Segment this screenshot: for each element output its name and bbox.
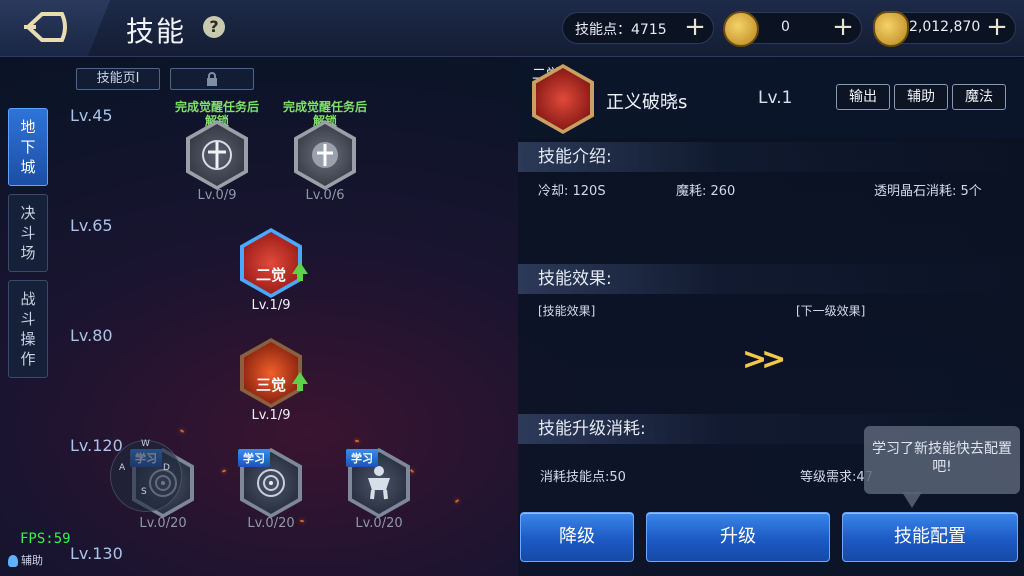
cooldown-text: 冷却: 120S [538,184,606,199]
spark [179,429,185,433]
cross-aura-icon [202,140,232,170]
skill-page-tab-1[interactable]: 技能页Ⅰ [76,68,160,90]
node-level: Lv.0/6 [305,188,345,203]
spark [354,439,360,443]
config-hint-tooltip: 学习了新技能快去配置吧! [864,426,1020,494]
next-level-chevron-icon: >> [742,342,786,377]
cost-level-text: 等级需求:47 [800,470,873,485]
skill-page-tab-locked[interactable] [170,68,254,90]
target-icon [257,469,285,497]
back-arrow-icon [24,12,67,42]
help-icon[interactable]: ? [203,16,225,38]
tab-arena-label: 决斗场 [20,204,36,262]
skill-node-locked-1[interactable] [186,120,248,190]
type-tag-output: 输出 [836,84,890,110]
node-level: Lv.0/20 [355,516,403,531]
holy-cross-icon [312,142,338,168]
level-label-80: Lv.80 [70,326,113,345]
node-level: Lv.1/9 [251,408,291,423]
joystick-w: W [141,439,150,449]
learn-tag: 学习 [346,449,378,467]
crystal-cost-text: 透明晶石消耗: 5个 [874,184,982,199]
tab-battle-controls-label: 战斗操作 [20,290,36,368]
spark [221,469,227,473]
level-label-130: Lv.130 [70,544,123,563]
level-label-45: Lv.45 [70,106,113,125]
coin-bag-icon [873,11,909,47]
skill-detail-panel: 二觉 正义破晓s Lv.1 输出 辅助 魔法 技能介绍: 冷却: 120S 魔耗… [518,58,1024,576]
node-level: Lv.1/9 [251,298,291,313]
tooltip-tail [902,492,922,508]
downgrade-button[interactable]: 降级 [520,512,634,562]
gold-coin-icon [723,11,759,47]
level-label-120: Lv.120 [70,436,123,455]
back-button[interactable] [0,0,110,56]
skill-node-locked-2[interactable] [294,120,356,190]
upgrade-arrow-stem [297,273,303,281]
node-level: Lv.0/9 [197,188,237,203]
tab-arena[interactable]: 决斗场 [8,194,48,272]
flame-icon [8,555,18,567]
page-title: 技能 [126,15,187,48]
type-tag-support: 辅助 [894,84,948,110]
tab-dungeon-label: 地下城 [20,118,36,176]
joystick-a: A [119,463,126,473]
fps-counter: FPS:59 [20,531,71,547]
effect-current: [技能效果] [538,304,596,318]
spark [409,468,415,474]
tab-battle-controls[interactable]: 战斗操作 [8,280,48,378]
spark [454,499,460,503]
top-bar: 技能 ? 技能点：4715 + 0 + 2,012,870 + [0,0,1024,57]
node-level: Lv.0/20 [139,516,187,531]
joystick-s: S [141,487,147,497]
skill-detail-icon: 二觉 [532,64,594,134]
learn-tag: 学习 [238,449,270,467]
add-gold-icon[interactable]: + [831,14,855,40]
virtual-joystick[interactable]: W A D S [110,439,182,512]
gold-pill: 0 + [723,11,862,47]
level-label-65: Lv.65 [70,216,113,235]
assist-toggle[interactable]: 辅助 [8,552,43,568]
gold-value: 0 [781,19,790,35]
intro-heading: 技能介绍: [518,142,1024,172]
effect-heading: 技能效果: [518,264,1024,294]
add-skill-points-icon[interactable]: + [683,14,707,40]
skill-header: 二觉 正义破晓s Lv.1 输出 辅助 魔法 [518,58,1024,138]
joystick-d: D [163,463,170,473]
lock-icon [207,71,217,86]
skill-config-button[interactable]: 技能配置 [842,512,1018,562]
tab-dungeon[interactable]: 地下城 [8,108,48,186]
skill-points-label: 技能点：4715 [575,22,667,38]
side-tabs: 地下城 决斗场 战斗操作 [8,108,50,386]
skill-screen: 技能 ? 技能点：4715 + 0 + 2,012,870 + 地下城 决斗场 … [0,0,1024,576]
assist-label: 辅助 [21,554,43,567]
coin-value: 2,012,870 [909,19,981,35]
effect-next: [下一级效果] [796,304,866,318]
node-level: Lv.0/20 [247,516,295,531]
mana-text: 魔耗: 260 [676,184,736,199]
skill-points-pill: 技能点：4715 + [562,12,714,44]
skill-name: 正义破晓s [606,92,688,113]
upgrade-button[interactable]: 升级 [646,512,830,562]
upgrade-arrow-stem [297,383,303,391]
warrior-figure-icon [368,466,390,500]
coin-pill: 2,012,870 + [873,11,1016,47]
cost-points-text: 消耗技能点:50 [540,470,626,485]
add-coin-icon[interactable]: + [985,14,1009,40]
skill-level: Lv.1 [758,88,793,108]
type-tag-magic: 魔法 [952,84,1006,110]
